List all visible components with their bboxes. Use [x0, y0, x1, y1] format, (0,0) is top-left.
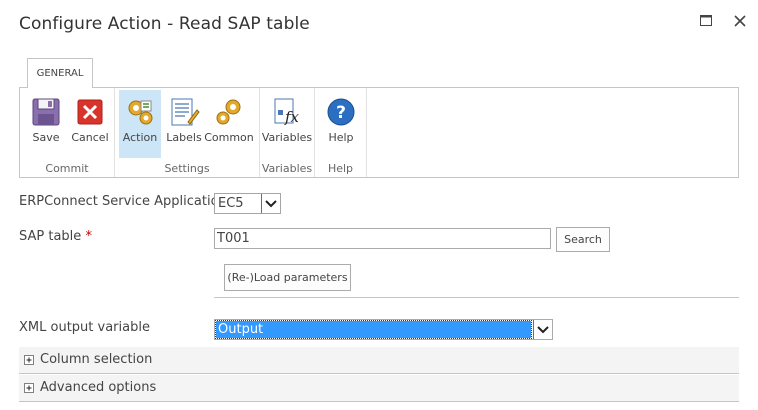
common-button[interactable]: Common	[204, 90, 254, 158]
xml-output-label: XML output variable	[19, 320, 150, 335]
close-icon	[734, 15, 746, 27]
xml-output-select[interactable]: Output	[214, 319, 553, 340]
cancel-button[interactable]: Cancel	[69, 90, 111, 158]
action-gears-icon	[128, 100, 153, 125]
help-icon: ?	[327, 98, 355, 126]
chevron-down-icon[interactable]	[533, 320, 552, 339]
tab-general[interactable]: GENERAL	[27, 58, 93, 88]
required-marker: *	[85, 229, 92, 244]
help-label: Help	[328, 131, 354, 144]
ribbon-group-help: ? Help Help	[315, 88, 367, 177]
chevron-down-icon[interactable]	[261, 194, 280, 213]
close-button[interactable]	[729, 10, 751, 32]
service-app-label: ERPConnect Service Application	[19, 194, 227, 209]
svg-text:fx: fx	[284, 108, 300, 126]
variables-button[interactable]: fx Variables	[262, 90, 312, 158]
section-label: Advanced options	[40, 380, 157, 395]
cancel-icon	[77, 99, 103, 125]
maximize-button[interactable]	[695, 10, 717, 32]
group-label-help: Help	[327, 162, 354, 175]
ribbon: Save Cancel Commit Action Labels Common …	[19, 87, 739, 178]
action-button[interactable]: Action	[119, 90, 161, 158]
divider	[214, 297, 739, 298]
section-column-selection[interactable]: Column selection	[19, 347, 739, 374]
service-app-value: EC5	[218, 196, 244, 211]
svg-text:?: ?	[336, 103, 346, 123]
search-button[interactable]: Search	[556, 227, 610, 252]
section-label: Column selection	[40, 352, 153, 367]
section-advanced-options[interactable]: Advanced options	[19, 375, 739, 402]
save-icon	[32, 98, 60, 126]
ribbon-group-variables: fx Variables Variables	[260, 88, 315, 177]
group-label-commit: Commit	[45, 162, 89, 175]
cancel-label: Cancel	[71, 131, 109, 144]
ribbon-group-settings: Action Labels Common Settings	[115, 88, 260, 177]
common-label: Common	[204, 131, 254, 144]
common-gears-icon	[216, 99, 241, 125]
help-button[interactable]: ? Help	[320, 90, 362, 158]
variables-label: Variables	[261, 131, 313, 144]
reload-parameters-button[interactable]: (Re-)Load parameters	[224, 264, 351, 291]
sap-table-input[interactable]: T001	[214, 228, 551, 249]
labels-icon	[171, 98, 200, 126]
sap-table-label: SAP table *	[19, 229, 92, 244]
group-label-variables: Variables	[261, 162, 313, 175]
expand-plus-icon[interactable]	[24, 383, 34, 393]
service-app-select[interactable]: EC5	[214, 193, 281, 214]
dialog-title: Configure Action - Read SAP table	[19, 14, 310, 34]
labels-button[interactable]: Labels	[163, 90, 205, 158]
ribbon-group-commit: Save Cancel Commit	[20, 88, 115, 177]
variables-fx-icon: fx	[274, 98, 300, 126]
sap-table-label-text: SAP table	[19, 229, 82, 244]
group-label-settings: Settings	[164, 162, 210, 175]
expand-plus-icon[interactable]	[24, 355, 34, 365]
xml-output-value: Output	[215, 320, 532, 339]
maximize-icon	[699, 15, 712, 26]
save-button[interactable]: Save	[25, 90, 67, 158]
